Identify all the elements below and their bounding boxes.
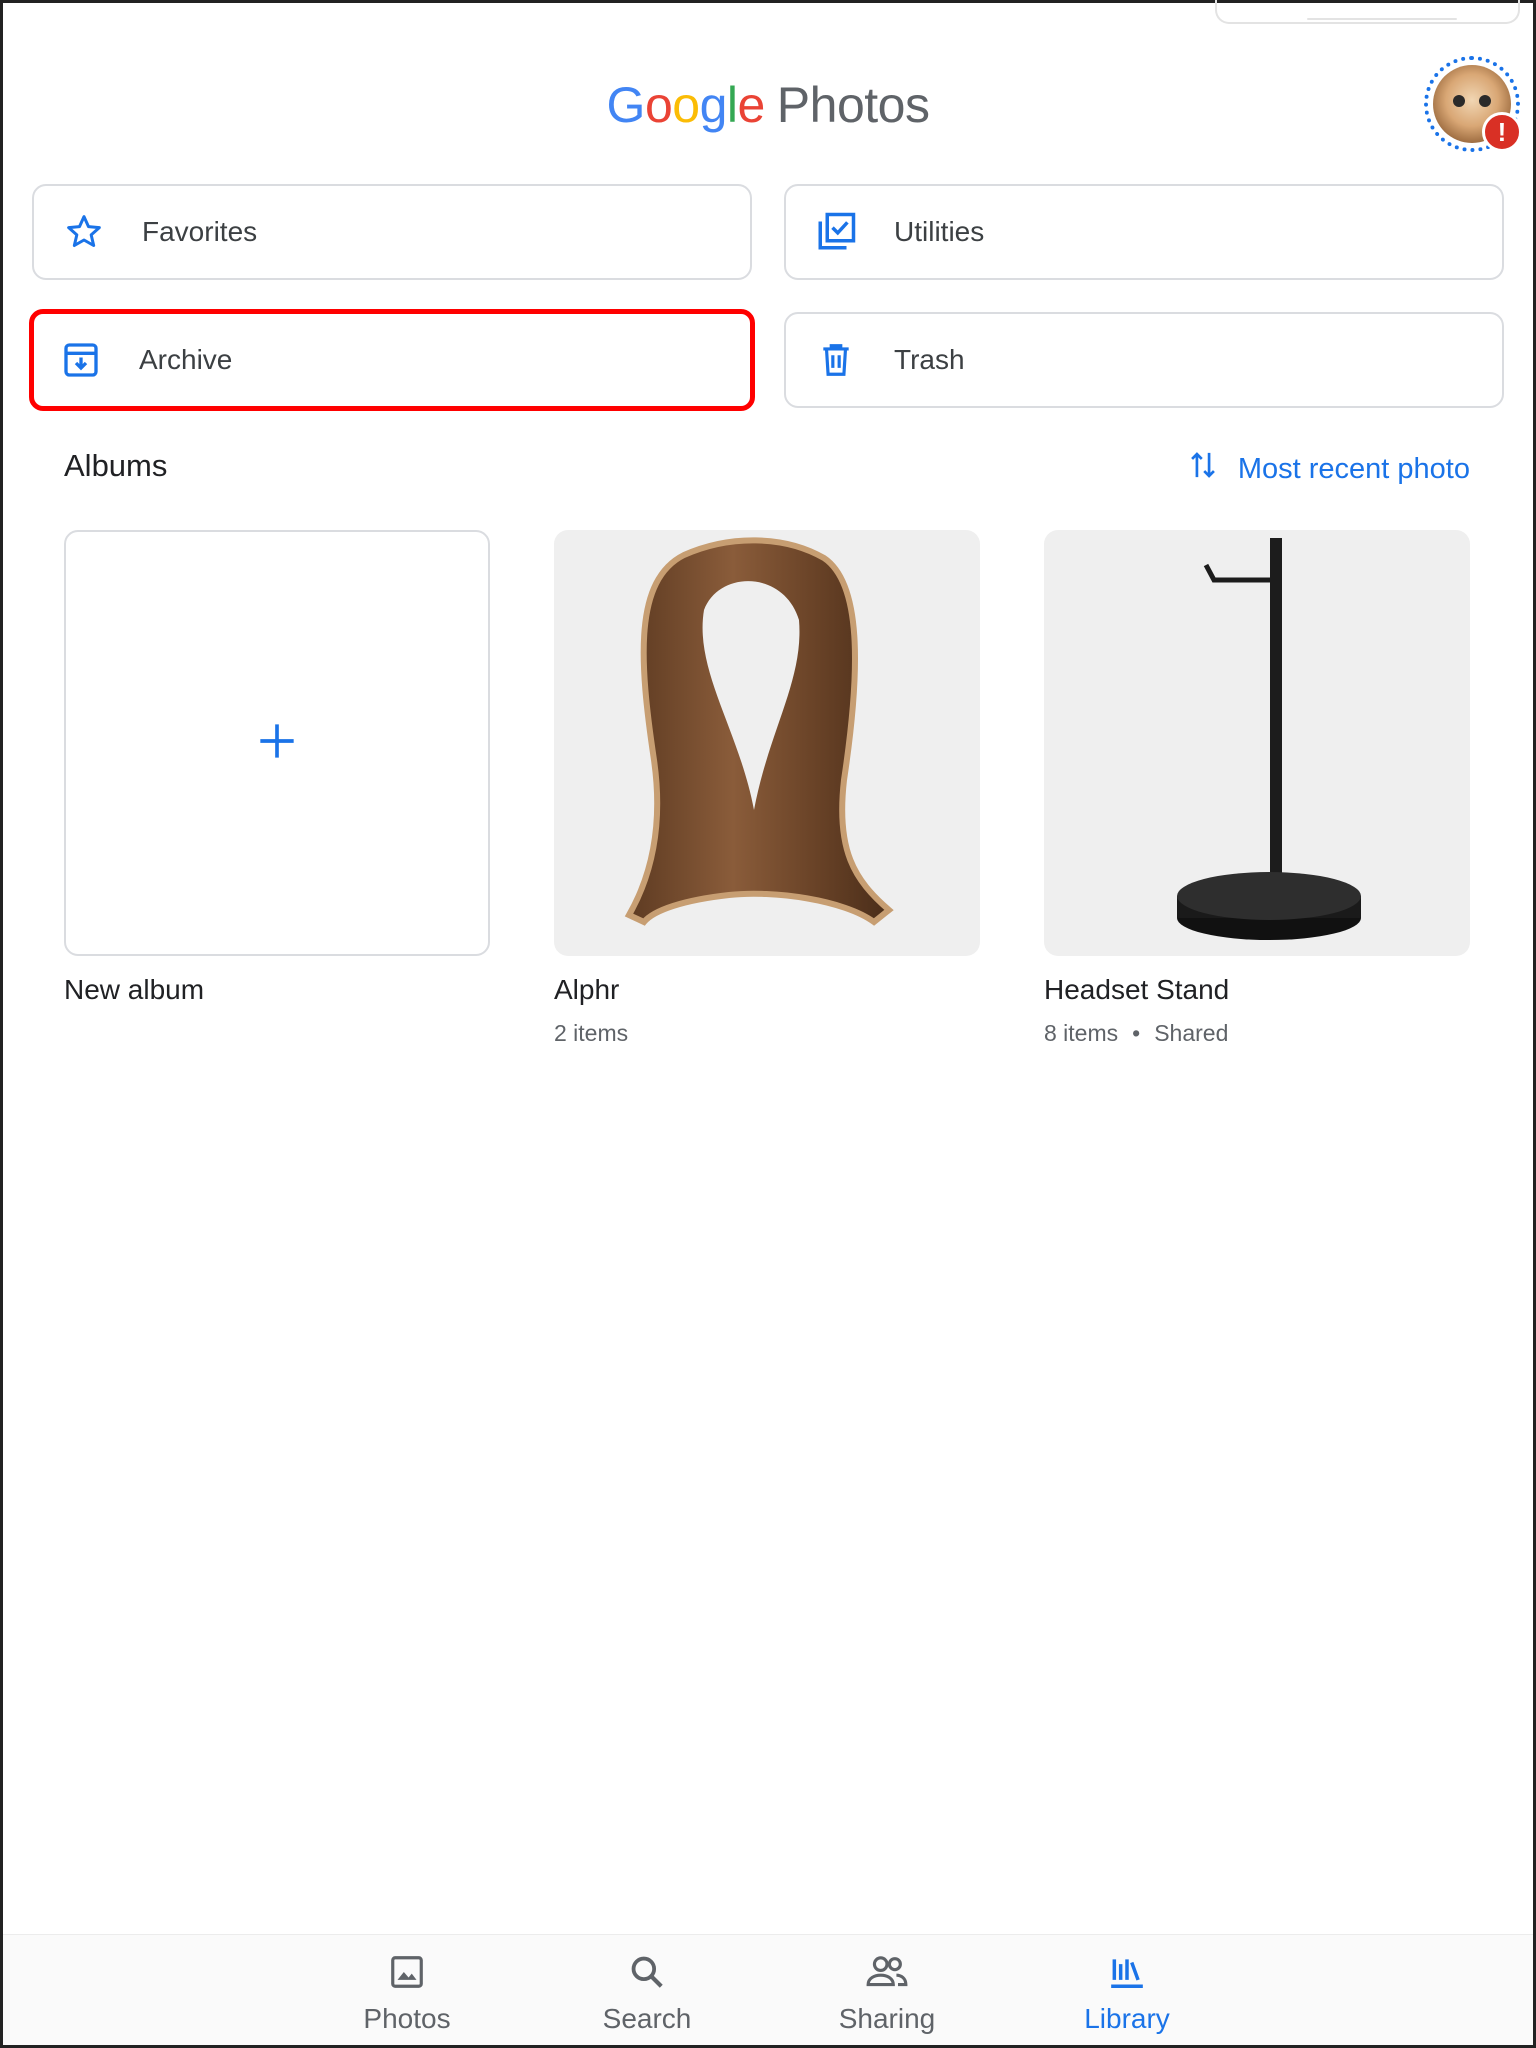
favorites-button[interactable]: Favorites <box>32 184 752 280</box>
meta-separator: • <box>1132 1020 1141 1046</box>
swap-vertical-icon <box>1188 448 1218 490</box>
logo-letter: e <box>737 77 765 133</box>
item-count: 8 items <box>1044 1020 1119 1046</box>
black-stand-image <box>1177 538 1361 940</box>
logo-letter: o <box>672 77 700 133</box>
new-album-card[interactable]: New album <box>64 530 490 1006</box>
album-card-headset-stand[interactable]: Headset Stand 8 items • Shared <box>1044 530 1470 1047</box>
album-thumbnail <box>1044 530 1470 956</box>
album-meta: 8 items • Shared <box>1044 1020 1470 1047</box>
photo-icon <box>327 1949 487 1995</box>
logo-product-name: Photos <box>776 77 930 133</box>
nav-label: Sharing <box>838 2003 936 2034</box>
albums-heading: Albums <box>64 448 168 483</box>
wooden-stand-image <box>624 537 894 926</box>
logo-letter: g <box>699 77 728 133</box>
checkbox-stack-icon <box>814 210 858 254</box>
nav-label: Photos <box>363 2003 451 2034</box>
status-notch <box>1215 0 1520 24</box>
search-icon <box>567 1949 727 1995</box>
trash-button[interactable]: Trash <box>784 312 1504 408</box>
nav-label: Search <box>602 2003 692 2034</box>
app-logo: Google Photos <box>0 70 1536 140</box>
sort-label: Most recent photo <box>1237 452 1470 485</box>
star-outline-icon <box>62 210 106 254</box>
album-card-alphr[interactable]: Alphr 2 items <box>554 530 980 1047</box>
album-name: New album <box>64 974 205 1005</box>
archive-box-icon <box>59 338 103 382</box>
new-album-thumb[interactable] <box>64 530 490 956</box>
alert-badge-icon: ! <box>1482 112 1522 152</box>
favorites-label: Favorites <box>142 216 258 247</box>
bottom-navigation: Photos Search Sharing Library <box>3 1934 1533 2045</box>
logo-letter: l <box>726 77 738 133</box>
nav-search[interactable]: Search <box>567 1949 727 2035</box>
people-icon <box>807 1949 967 1995</box>
nav-library[interactable]: Library <box>1047 1949 1207 2035</box>
nav-photos[interactable]: Photos <box>327 1949 487 2035</box>
shared-label: Shared <box>1154 1020 1229 1046</box>
logo-letter: o <box>644 77 673 133</box>
nav-sharing[interactable]: Sharing <box>807 1949 967 2035</box>
archive-label: Archive <box>139 344 233 375</box>
nav-label: Library <box>1084 2003 1170 2034</box>
sort-albums-button[interactable]: Most recent photo <box>1188 448 1470 490</box>
library-icon <box>1047 1949 1207 1995</box>
utilities-label: Utilities <box>894 216 985 247</box>
plus-icon <box>257 721 297 766</box>
album-meta: 2 items <box>554 1020 629 1046</box>
utilities-button[interactable]: Utilities <box>784 184 1504 280</box>
logo-letter: G <box>606 77 646 133</box>
trash-icon <box>814 338 858 382</box>
account-avatar[interactable]: ! <box>1424 56 1522 152</box>
trash-label: Trash <box>894 344 965 375</box>
album-name: Alphr <box>554 974 620 1005</box>
album-thumbnail <box>554 530 980 956</box>
archive-button[interactable]: Archive <box>29 309 755 411</box>
album-name: Headset Stand <box>1044 974 1230 1005</box>
